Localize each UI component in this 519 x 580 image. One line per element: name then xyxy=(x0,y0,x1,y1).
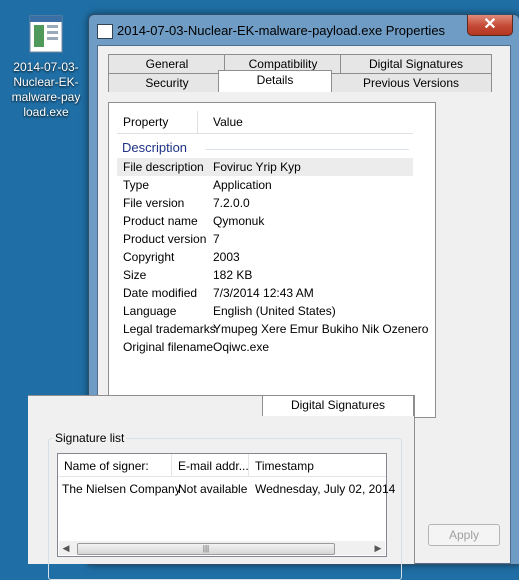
property-name: File version xyxy=(123,196,185,210)
property-name: Date modified xyxy=(123,286,198,300)
column-separator xyxy=(171,454,172,476)
desktop-icon-label: 2014-07-03- Nuclear-EK- malware-pay load… xyxy=(11,60,81,119)
window-app-icon xyxy=(97,24,113,39)
signature-list-label: Signature list xyxy=(53,431,127,445)
list-item[interactable]: Type Application xyxy=(117,176,413,194)
column-value[interactable]: Value xyxy=(213,115,243,129)
horizontal-scrollbar[interactable]: ◀ ||| ▶ xyxy=(59,541,385,555)
property-name: Product version xyxy=(123,232,207,246)
list-header: Property Value xyxy=(117,111,413,134)
list-item[interactable]: File version 7.2.0.0 xyxy=(117,194,413,212)
group-divider xyxy=(205,149,409,150)
property-name: Product name xyxy=(123,214,198,228)
property-name: Legal trademarks xyxy=(123,322,216,336)
signer-email: Not available xyxy=(178,482,248,496)
tab-details[interactable]: Details xyxy=(218,70,332,92)
property-value: Ymupeg Xere Emur Bukiho Nik Ozenero xyxy=(213,322,429,336)
column-timestamp[interactable]: Timestamp xyxy=(255,459,314,473)
property-value: 7.2.0.0 xyxy=(213,196,250,210)
signer-name: The Nielsen Company xyxy=(62,482,181,496)
tab-security[interactable]: Security xyxy=(108,73,226,92)
list-item[interactable]: Language English (United States) xyxy=(117,302,413,320)
property-name: Original filename xyxy=(123,340,214,354)
property-name: File description xyxy=(123,160,204,174)
list-item[interactable]: Product name Qymonuk xyxy=(117,212,413,230)
list-item[interactable]: Original filename Oqiwc.exe xyxy=(117,338,413,356)
property-name: Language xyxy=(123,304,177,318)
column-property[interactable]: Property xyxy=(123,115,168,129)
property-value: Qymonuk xyxy=(213,214,265,228)
column-separator xyxy=(248,454,249,476)
signature-list[interactable]: Name of signer: E-mail addr... Timestamp… xyxy=(57,453,395,557)
tab-digital-signatures-active[interactable]: Digital Signatures xyxy=(262,395,414,416)
property-value: Oqiwc.exe xyxy=(213,340,270,354)
property-name: Type xyxy=(123,178,150,192)
list-item[interactable]: Legal trademarks Ymupeg Xere Emur Bukiho … xyxy=(117,320,428,338)
tab-previous-versions[interactable]: Previous Versions xyxy=(330,73,492,92)
details-panel: Property Value Description File descript… xyxy=(108,102,436,418)
list-item[interactable]: Size 182 KB xyxy=(117,266,413,284)
signature-list-group: Signature list Name of signer: E-mail ad… xyxy=(48,431,402,580)
property-value: Foviruc Yrip Kyp xyxy=(213,160,301,174)
column-separator xyxy=(197,111,198,133)
list-item[interactable]: Date modified 7/3/2014 12:43 AM xyxy=(117,284,413,302)
property-value: 7 xyxy=(213,232,220,246)
property-value: English (United States) xyxy=(213,304,336,318)
tab-general[interactable]: General xyxy=(108,54,226,73)
group-description[interactable]: Description xyxy=(117,136,413,158)
desktop-file-icon[interactable]: 2014-07-03- Nuclear-EK- malware-pay load… xyxy=(8,14,84,120)
column-signer-name[interactable]: Name of signer: xyxy=(64,459,149,473)
column-email[interactable]: E-mail addr... xyxy=(178,459,249,473)
window-title: 2014-07-03-Nuclear-EK-malware-payload.ex… xyxy=(117,23,446,38)
title-bar[interactable]: 2014-07-03-Nuclear-EK-malware-payload.ex… xyxy=(89,15,519,45)
scroll-right-icon[interactable]: ▶ xyxy=(371,541,385,555)
property-name: Size xyxy=(123,268,147,282)
property-value: 182 KB xyxy=(213,268,253,282)
tab-digital-signatures[interactable]: Digital Signatures xyxy=(340,54,492,73)
scroll-thumb[interactable]: ||| xyxy=(77,543,335,555)
table-row[interactable]: The Nielsen Company Not available Wednes… xyxy=(58,479,395,499)
property-value: 2003 xyxy=(213,250,240,264)
apply-button[interactable]: Apply xyxy=(428,524,500,546)
signer-timestamp: Wednesday, July 02, 2014 xyxy=(255,482,396,496)
property-value: 7/3/2014 12:43 AM xyxy=(213,286,314,300)
list-item[interactable]: File description Foviruc Yrip Kyp xyxy=(117,158,413,176)
details-list[interactable]: Property Value Description File descript… xyxy=(117,111,428,411)
close-button[interactable]: ✕ xyxy=(467,15,513,36)
list-item[interactable]: Product version 7 xyxy=(117,230,413,248)
group-label: Description xyxy=(122,140,188,155)
property-value: Application xyxy=(213,178,272,192)
signature-list-header: Name of signer: E-mail addr... Timestamp xyxy=(58,454,386,477)
list-item[interactable]: Copyright 2003 xyxy=(117,248,413,266)
scroll-left-icon[interactable]: ◀ xyxy=(59,541,73,555)
property-name: Copyright xyxy=(123,250,175,264)
executable-file-icon xyxy=(26,14,66,54)
digital-signatures-pane: Digital Signatures Signature list Name o… xyxy=(28,395,415,580)
